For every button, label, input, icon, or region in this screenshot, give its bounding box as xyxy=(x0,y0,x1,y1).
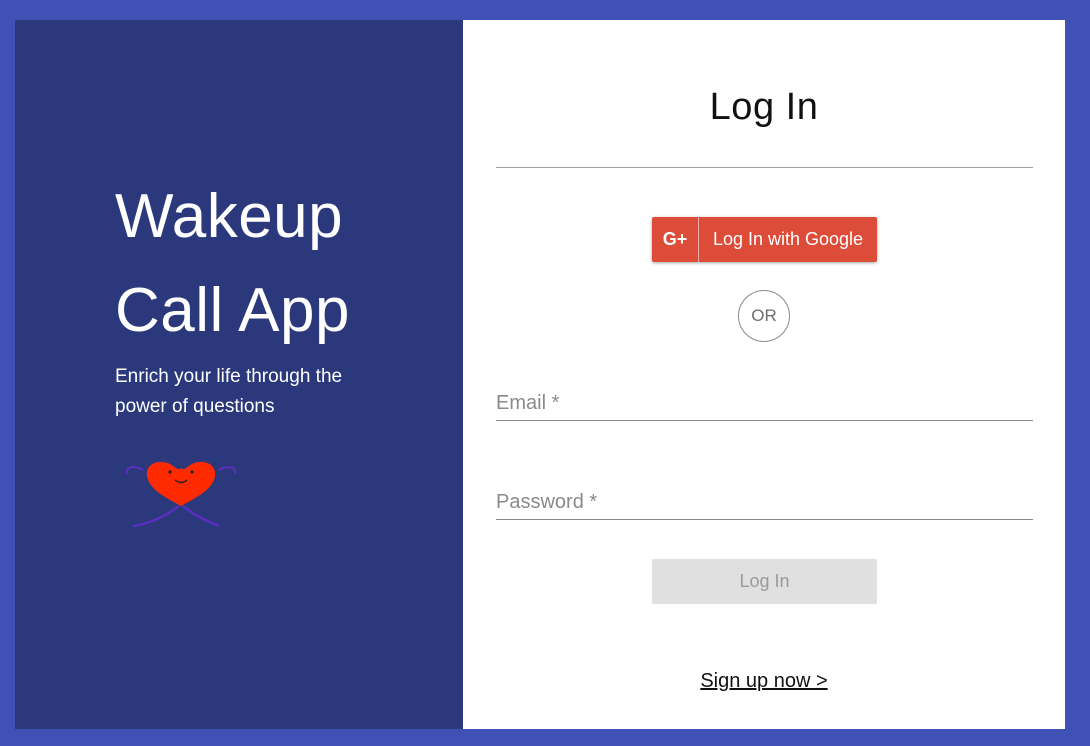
app-title: Wakeup Call App xyxy=(115,170,435,358)
password-field-container xyxy=(496,476,1033,520)
email-field[interactable] xyxy=(496,377,1033,420)
app-title-line2: Call App xyxy=(115,276,350,345)
login-heading: Log In xyxy=(709,86,819,128)
google-login-button[interactable]: G+ Log In with Google xyxy=(652,217,877,262)
heart-mascot-icon xyxy=(125,461,237,528)
brand-panel: Wakeup Call App Enrich your life through… xyxy=(15,20,463,729)
or-separator: OR xyxy=(738,290,790,342)
google-login-label: Log In with Google xyxy=(712,229,864,249)
google-plus-icon: G+ xyxy=(652,217,699,262)
email-field-container xyxy=(496,377,1033,421)
heading-divider xyxy=(496,167,1033,168)
app-frame: Wakeup Call App Enrich your life through… xyxy=(15,20,1065,729)
app-title-line1: Wakeup xyxy=(115,182,344,251)
tagline: Enrich your life through the power of qu… xyxy=(115,366,343,417)
password-field[interactable] xyxy=(496,476,1033,519)
signup-link[interactable]: Sign up now > xyxy=(463,670,1065,693)
login-submit-button[interactable]: Log In xyxy=(652,559,877,604)
login-panel: Log In G+ Log In with Google OR Log In S… xyxy=(463,20,1065,729)
